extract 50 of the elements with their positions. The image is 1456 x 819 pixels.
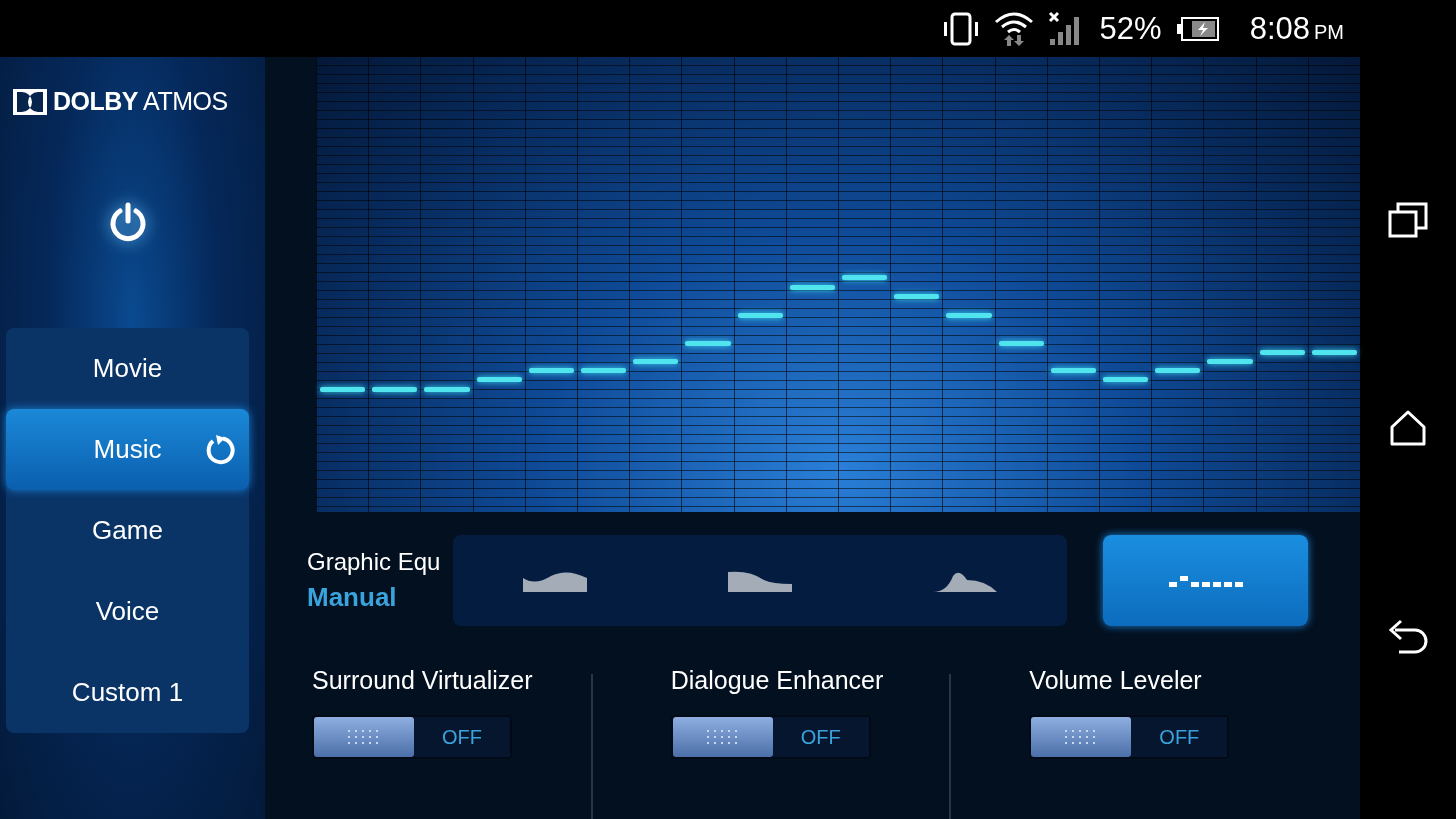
vibrate-icon <box>941 11 980 46</box>
band-level-marker[interactable] <box>1103 376 1149 382</box>
feature-label: Dialogue Enhancer <box>670 666 885 695</box>
wifi-icon <box>993 9 1034 48</box>
section-title: Graphic Equ <box>307 548 442 576</box>
band-level-marker[interactable] <box>1207 359 1253 365</box>
grip-dots-icon <box>705 729 740 745</box>
battery-charging-icon <box>1175 15 1220 42</box>
band-level-marker[interactable] <box>1311 350 1358 356</box>
band-level-marker[interactable] <box>633 359 679 365</box>
band-level-marker[interactable] <box>372 386 418 392</box>
band-level-marker[interactable] <box>1259 350 1305 356</box>
back-button[interactable] <box>1387 617 1429 654</box>
battery-percent: 52% <box>1099 10 1162 47</box>
band-level-marker[interactable] <box>737 313 783 319</box>
band-level-marker[interactable] <box>1155 368 1201 374</box>
logo-icon <box>13 88 47 115</box>
band-level-marker[interactable] <box>946 313 992 319</box>
profile-item[interactable]: Custom 1 <box>6 652 249 733</box>
band-level-marker[interactable] <box>476 376 522 382</box>
band-level-marker[interactable] <box>998 340 1044 346</box>
band-level-marker[interactable] <box>528 368 574 374</box>
profile-item[interactable]: Movie <box>6 328 249 409</box>
band-level-marker[interactable] <box>894 294 940 300</box>
feature-label: Volume Leveler <box>1029 666 1203 695</box>
profile-item[interactable]: Game <box>6 490 249 571</box>
toggle-switch[interactable]: OFF <box>670 715 871 759</box>
band-level-marker[interactable] <box>789 284 836 290</box>
band-level-marker[interactable] <box>685 340 731 346</box>
home-button[interactable] <box>1389 409 1427 447</box>
band-level-marker[interactable] <box>842 274 888 280</box>
app-logo-text: DOLBY ATMOS <box>53 87 228 116</box>
clock-period: PM <box>1314 21 1344 44</box>
feature-label: Surround Virtualizer <box>312 666 534 695</box>
band-level-marker[interactable] <box>581 368 627 374</box>
grip-dots-icon <box>347 729 381 745</box>
equalizer-graph[interactable] <box>316 57 1360 512</box>
recent-apps-button[interactable] <box>1388 202 1428 239</box>
profile-item[interactable]: Music <box>6 409 249 490</box>
eq-curve-icon <box>523 569 588 592</box>
eq-mode-label: Manual <box>307 582 398 613</box>
band-level-marker[interactable] <box>320 386 366 392</box>
toggle-switch[interactable]: OFF <box>1029 715 1230 759</box>
band-level-marker[interactable] <box>424 386 470 392</box>
eq-steps-icon <box>1168 573 1243 588</box>
toggle-switch[interactable]: OFF <box>312 715 512 759</box>
profile-item[interactable]: Voice <box>6 571 249 652</box>
clock-time: 8:08 <box>1249 10 1310 47</box>
eq-curve-icon <box>728 569 792 592</box>
band-level-marker[interactable] <box>1050 368 1097 374</box>
